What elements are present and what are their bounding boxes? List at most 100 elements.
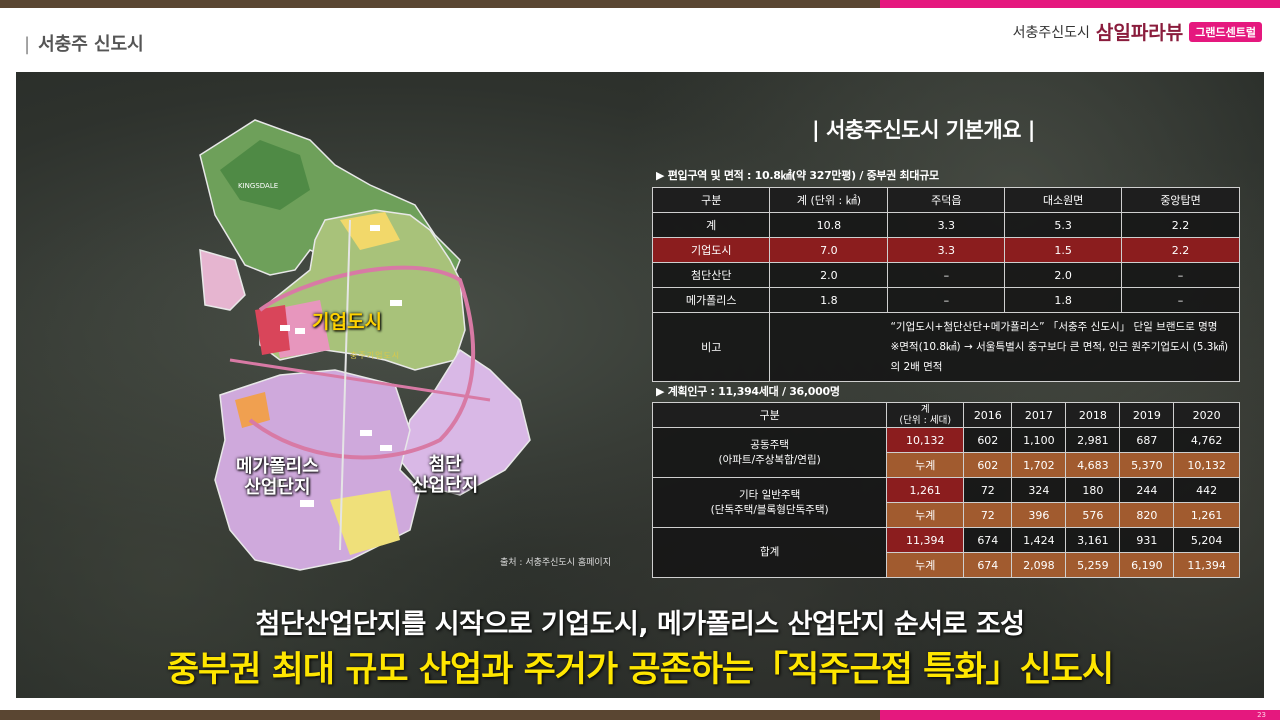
- table-cell: 기업도시: [651, 237, 771, 263]
- note-line: ※면적(10.8㎢) → 서울특별시 중구보다 큰 면적, 인근 원주기업도시 …: [890, 341, 1229, 373]
- table-cell: 674: [963, 552, 1013, 578]
- table-cell: 1.8: [769, 287, 889, 313]
- area-table-header: 구분 계 (단위 : ㎢) 주덕읍 대소원면 중앙탑면: [651, 187, 1240, 213]
- headline-secondary: 중부권 최대 규모 산업과 주거가 공존하는「직주근접 특화」신도시: [166, 650, 1114, 690]
- area-table: 구분 계 (단위 : ㎢) 주덕읍 대소원면 중앙탑면 계 10.8 3.3 5…: [651, 187, 1240, 382]
- table-cell: 1,261: [886, 477, 965, 503]
- map-source: 출처 : 서충주신도시 홈페이지: [500, 558, 611, 568]
- population-caption: ▶ 계획인구 : 11,394세대 / 36,000명: [656, 385, 840, 398]
- table-cell: 1,100: [1011, 427, 1067, 453]
- table-cell: 비고: [651, 312, 771, 382]
- brand-part2: 삼일파라뷰: [1095, 22, 1184, 44]
- table-row: 합계 11,394 674 1,424 3,161 931 5,204: [651, 527, 1240, 578]
- headline-primary: 첨단산업단지를 시작으로 기업도시, 메가폴리스 산업단지 순서로 조성: [255, 609, 1025, 640]
- top-bar-brown: [0, 0, 880, 8]
- group-label: 합계: [651, 527, 888, 578]
- table-cell: 10,132: [1173, 452, 1240, 478]
- section-title: | 서충주 신도시: [24, 34, 144, 55]
- table-cell: 11,394: [886, 527, 965, 553]
- table-cell: 2.2: [1121, 212, 1240, 238]
- table-header-cell: 주덕읍: [887, 187, 1006, 213]
- table-cell: 602: [963, 427, 1013, 453]
- map-residential-zone-label: 충주기업도시: [350, 351, 400, 360]
- brand-logo: 서충주신도시 삼일파라뷰 그랜드센트럴: [1013, 18, 1262, 45]
- table-row-note: 비고 “기업도시+첨단산단+메가폴리스” 「서충주 신도시」 단일 브랜드로 명…: [651, 312, 1240, 382]
- table-cell: 첨단산단: [651, 262, 771, 288]
- overview-title: | 서충주신도시 기본개요 |: [812, 118, 1035, 142]
- area-caption: ▶ 편입구역 및 면적 : 10.8㎢(약 327만평) / 중부권 최대규모: [656, 169, 939, 182]
- table-header-cell: 중앙탑면: [1121, 187, 1240, 213]
- table-cell: 687: [1119, 427, 1175, 453]
- table-header-cell: 대소원면: [1004, 187, 1123, 213]
- table-cell: 2.0: [1004, 262, 1123, 288]
- map-kingsdale-label: KINGSDALE: [238, 182, 278, 190]
- map-label-corporate-city: 기업도시: [312, 311, 382, 333]
- table-cell: 2.2: [1121, 237, 1240, 263]
- table-cell: –: [1121, 262, 1240, 288]
- population-table-header: 구분 계 (단위 : 세대) 2016 2017 2018 2019 2020: [651, 402, 1240, 428]
- table-cell: 1,702: [1011, 452, 1067, 478]
- section-title-text: 서충주 신도시: [38, 34, 144, 55]
- table-header-cell: 계 (단위 : ㎢): [769, 187, 889, 213]
- table-header-cell: 계 (단위 : 세대): [886, 402, 965, 428]
- cumulative-label: 누계: [886, 502, 965, 528]
- table-cell: 72: [963, 502, 1013, 528]
- table-cell: 2,981: [1065, 427, 1121, 453]
- table-cell: 324: [1011, 477, 1067, 503]
- map-block: [370, 225, 380, 231]
- top-bar-pink: [880, 0, 1280, 8]
- map-block: [360, 430, 372, 436]
- map-label-advanced-industrial: 첨단 산업단지: [412, 454, 479, 496]
- table-cell: 11,394: [1173, 552, 1240, 578]
- table-cell: 820: [1119, 502, 1175, 528]
- table-header-cell: 구분: [651, 402, 888, 428]
- table-cell: 5,204: [1173, 527, 1240, 553]
- group-label: 기타 일반주택 (단독주택/블록형단독주택): [651, 477, 888, 528]
- page-number: 23: [1257, 711, 1266, 719]
- brand-part1: 서충주신도시: [1012, 24, 1090, 41]
- cumulative-label: 누계: [886, 552, 965, 578]
- map-block: [380, 445, 392, 451]
- note-cell: “기업도시+첨단산단+메가폴리스” 「서충주 신도시」 단일 브랜드로 명명 ※…: [769, 312, 1240, 382]
- table-cell: 442: [1173, 477, 1240, 503]
- table-cell: 674: [963, 527, 1013, 553]
- table-cell: 10,132: [886, 427, 965, 453]
- table-cell: –: [887, 287, 1006, 313]
- table-cell: 931: [1119, 527, 1175, 553]
- table-cell: –: [1121, 287, 1240, 313]
- table-cell: 10.8: [769, 212, 889, 238]
- bottom-bar-brown: [0, 710, 880, 720]
- map-block: [390, 300, 402, 306]
- table-header-cell: 2017: [1011, 402, 1067, 428]
- brand-badge: 그랜드센트럴: [1189, 21, 1262, 42]
- table-cell: 1,261: [1173, 502, 1240, 528]
- table-cell: 5,259: [1065, 552, 1121, 578]
- table-cell: 4,683: [1065, 452, 1121, 478]
- table-cell: 3.3: [887, 237, 1006, 263]
- table-cell: 계: [651, 212, 771, 238]
- table-cell: 4,762: [1173, 427, 1240, 453]
- table-row: 메가폴리스 1.8 – 1.8 –: [651, 287, 1240, 313]
- city-map: KINGSDALE 충주기업도시: [199, 119, 531, 571]
- table-cell: 6,190: [1119, 552, 1175, 578]
- table-cell: 2.0: [769, 262, 889, 288]
- table-header-cell: 구분: [651, 187, 771, 213]
- table-cell: 메가폴리스: [651, 287, 771, 313]
- table-header-cell: 2019: [1119, 402, 1175, 428]
- table-cell: 5.3: [1004, 212, 1123, 238]
- table-header-cell: 2016: [963, 402, 1013, 428]
- map-block: [300, 500, 314, 507]
- table-row: 첨단산단 2.0 – 2.0 –: [651, 262, 1240, 288]
- table-cell: 3.3: [887, 212, 1006, 238]
- population-table: 구분 계 (단위 : 세대) 2016 2017 2018 2019 2020 …: [651, 402, 1240, 578]
- table-row: 계 10.8 3.3 5.3 2.2: [651, 212, 1240, 238]
- table-header-cell: 2018: [1065, 402, 1121, 428]
- table-cell: 1,424: [1011, 527, 1067, 553]
- table-cell: 576: [1065, 502, 1121, 528]
- table-cell: 5,370: [1119, 452, 1175, 478]
- table-cell: –: [887, 262, 1006, 288]
- table-cell: 244: [1119, 477, 1175, 503]
- table-row-highlight: 기업도시 7.0 3.3 1.5 2.2: [651, 237, 1240, 263]
- map-block: [280, 325, 290, 331]
- table-cell: 7.0: [769, 237, 889, 263]
